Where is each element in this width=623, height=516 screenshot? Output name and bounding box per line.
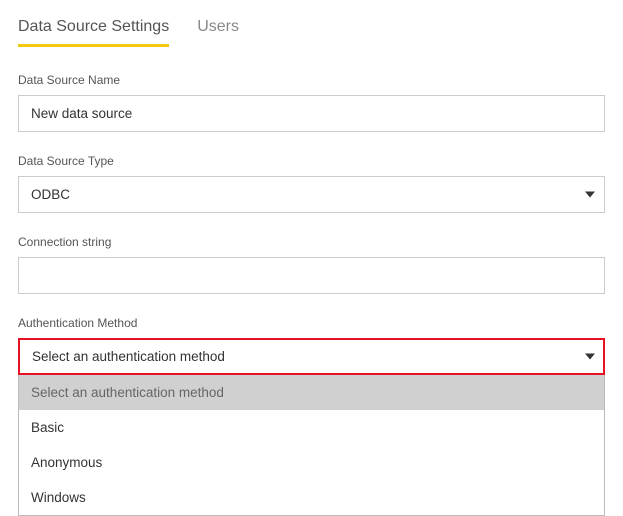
tabs-bar: Data Source Settings Users [18,18,605,47]
tab-users[interactable]: Users [197,18,239,47]
field-group-type: Data Source Type ODBC [18,154,605,213]
tab-data-source-settings[interactable]: Data Source Settings [18,18,169,47]
auth-option-placeholder[interactable]: Select an authentication method [19,375,604,410]
select-wrap-type: ODBC [18,176,605,213]
select-data-source-type[interactable]: ODBC [18,176,605,213]
field-group-auth: Authentication Method Select an authenti… [18,316,605,516]
label-data-source-name: Data Source Name [18,73,605,87]
field-group-connection: Connection string [18,235,605,294]
label-connection-string: Connection string [18,235,605,249]
auth-option-windows[interactable]: Windows [19,480,604,515]
select-wrap-auth: Select an authentication method [18,338,605,375]
input-connection-string[interactable] [18,257,605,294]
auth-option-basic[interactable]: Basic [19,410,604,445]
label-auth-method: Authentication Method [18,316,605,330]
auth-option-anonymous[interactable]: Anonymous [19,445,604,480]
input-data-source-name[interactable] [18,95,605,132]
field-group-name: Data Source Name [18,73,605,132]
auth-dropdown: Select an authentication method Basic An… [18,375,605,516]
label-data-source-type: Data Source Type [18,154,605,168]
select-auth-method[interactable]: Select an authentication method [18,338,605,375]
